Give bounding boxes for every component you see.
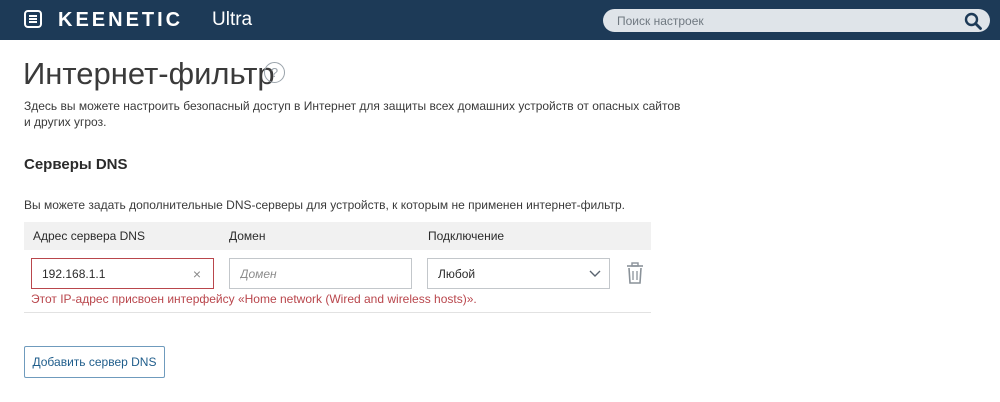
top-bar: KEENETIC Ultra [0,0,1000,40]
column-header-connection: Подключение [428,229,505,243]
brand-logo: KEENETIC [58,9,184,31]
page-description: Здесь вы можете настроить безопасный дос… [24,99,681,129]
dns-section-title: Серверы DNS [24,156,128,173]
connection-select[interactable]: Любой [427,258,610,289]
search-input[interactable] [617,11,947,30]
trash-icon[interactable] [626,262,644,284]
dns-address-error: Этот IP-адрес присвоен интерфейсу «Home … [31,292,477,306]
dns-address-input[interactable] [42,265,182,283]
page-title: Интернет-фильтр [23,56,275,91]
connection-select-value: Любой [438,267,476,281]
dns-domain-input[interactable] [240,265,380,283]
column-header-address: Адрес сервера DNS [33,229,145,243]
help-icon[interactable]: ? [264,62,285,83]
row-divider [24,312,651,313]
model-name: Ultra [212,9,253,30]
search-box [603,9,990,32]
dns-table-header: Адрес сервера DNS Домен Подключение [24,222,651,250]
dns-address-field: × [31,258,214,289]
dns-section-note: Вы можете задать дополнительные DNS-серв… [24,198,625,212]
clear-icon[interactable]: × [193,266,201,282]
menu-icon[interactable] [24,10,42,28]
search-icon[interactable] [964,12,982,30]
column-header-domain: Домен [229,229,266,243]
add-dns-server-button[interactable]: Добавить сервер DNS [24,346,165,378]
dns-domain-field [229,258,412,289]
chevron-down-icon [589,270,601,277]
